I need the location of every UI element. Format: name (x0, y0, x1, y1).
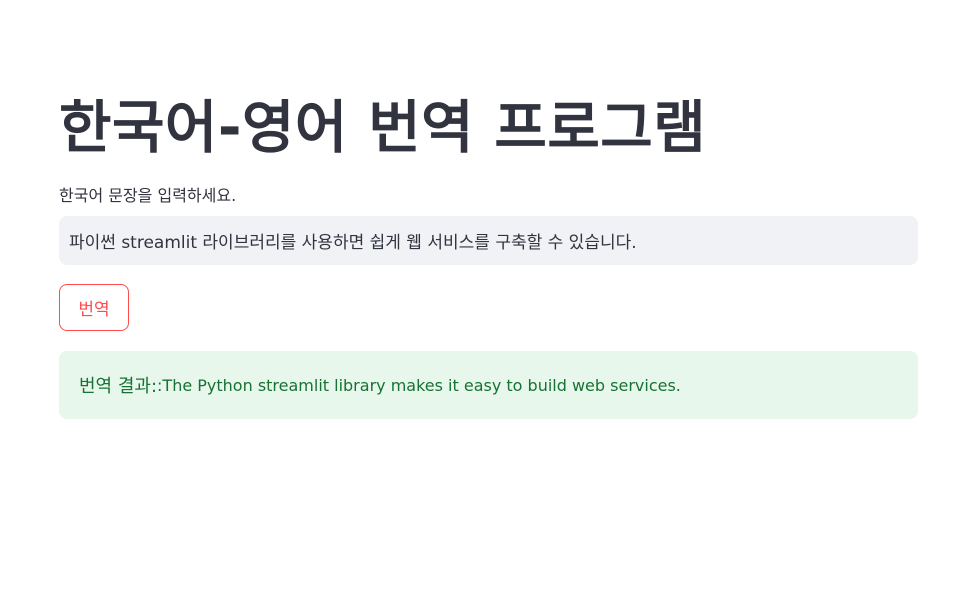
result-prefix: 번역 결과: (79, 376, 158, 397)
text-input-container[interactable] (59, 216, 918, 265)
korean-text-input[interactable] (69, 230, 908, 251)
translate-button[interactable]: 번역 (59, 284, 129, 331)
page-title: 한국어-영어 번역 프로그램 (59, 95, 707, 161)
app-container: 한국어-영어 번역 프로그램 한국어 문장을 입력하세요. 번역 번역 결과::… (0, 0, 960, 590)
translation-result-alert: 번역 결과::The Python streamlit library make… (59, 351, 918, 419)
result-text: :The Python streamlit library makes it e… (157, 375, 681, 395)
text-input-label: 한국어 문장을 입력하세요. (59, 186, 237, 205)
